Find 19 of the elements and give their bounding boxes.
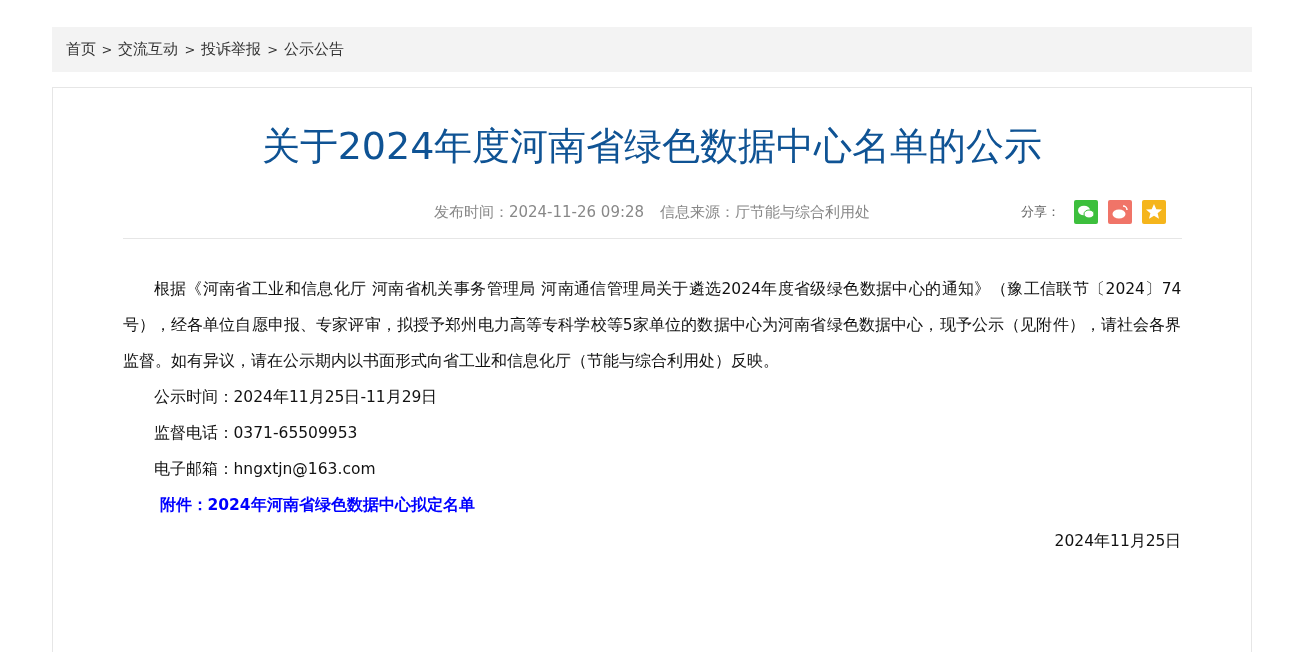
body-paragraph: 监督电话：0371-65509953	[152, 423, 359, 444]
info-source: 信息来源：厅节能与综合利用处	[660, 203, 871, 221]
breadcrumb-link[interactable]: 公示公告	[284, 40, 345, 59]
body-paragraph: 根据《河南省工业和信息化厅 河南省机关事务管理局 河南通信管理局关于遴选2024年度省级绿色数据中心的通知》（豫工信联节〔2024〕74号），经各单位自愿申报、专家评审，拟授予郑州电力高等专科学校等5家单位的数据中心为河南省绿色数据中心，现予公示（见附件），请社会各界监督。如有异议，请在公示期内以书面形式向省工业和信息化厅（节能与综合利用处）反映。	[122, 279, 1182, 372]
weibo-icon[interactable]	[1107, 200, 1132, 224]
breadcrumb-separator: >	[184, 42, 196, 57]
share-label: 分享：	[1020, 203, 1060, 221]
breadcrumb-separator: >	[267, 42, 279, 57]
breadcrumb-link[interactable]: 首页	[65, 40, 96, 59]
publish-time: 发布时间：2024-11-26 09:28	[433, 203, 645, 221]
article-title: 关于2024年度河南省绿色数据中心名单的公示	[260, 123, 1044, 170]
breadcrumb-separator: >	[101, 42, 113, 57]
breadcrumb-link[interactable]: 投诉举报	[201, 40, 262, 59]
signature-date: 2024年11月25日	[1054, 532, 1182, 550]
breadcrumb-link[interactable]: 交流互动	[118, 40, 179, 59]
body-paragraph: 公示时间：2024年11月25日-11月29日	[152, 387, 439, 408]
wechat-icon[interactable]	[1073, 200, 1098, 224]
attachment-link[interactable]: 附件：2024年河南省绿色数据中心拟定名单	[159, 496, 475, 514]
body-paragraph: 电子邮箱：hngxtjn@163.com	[152, 459, 377, 480]
